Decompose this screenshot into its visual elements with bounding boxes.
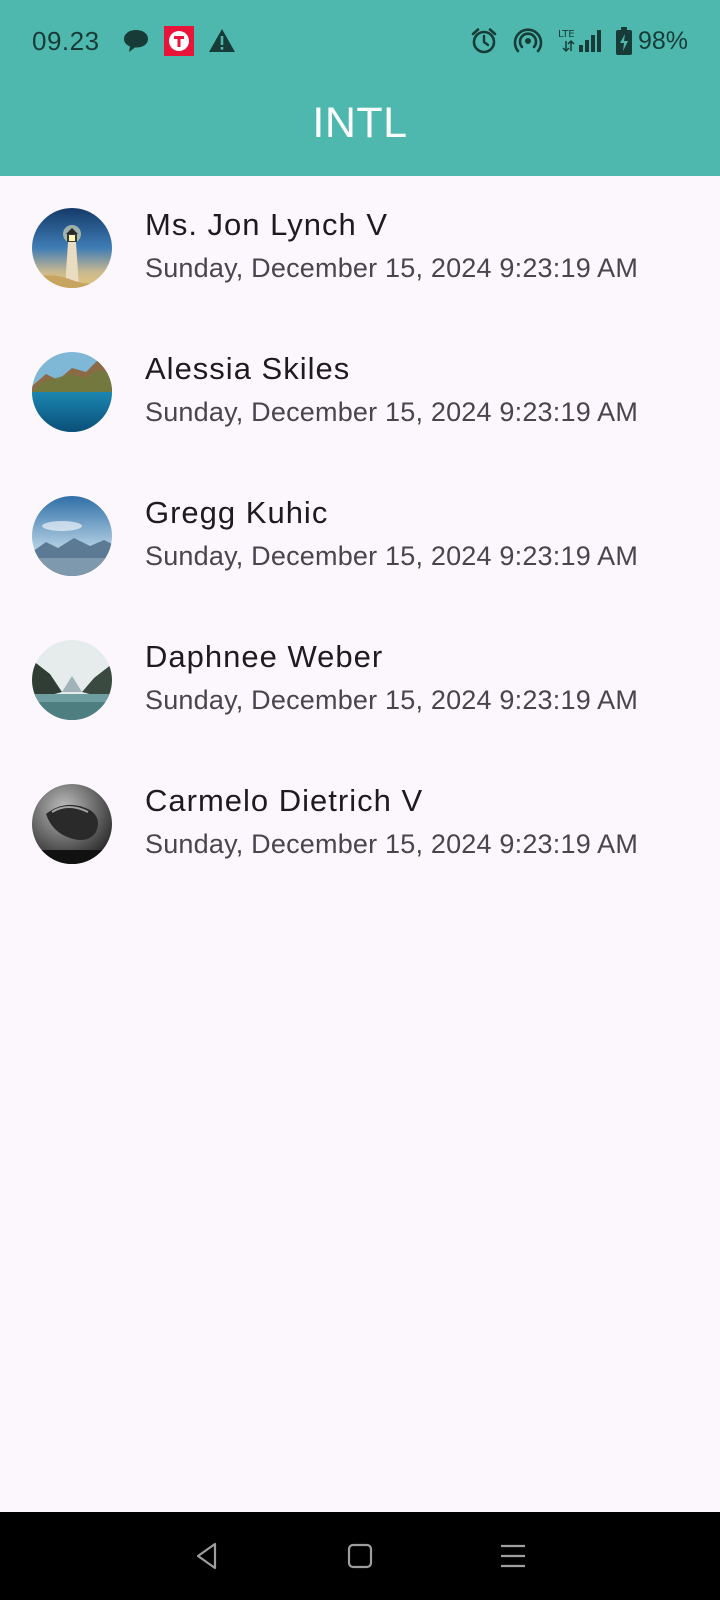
contact-name: Alessia Skiles (145, 351, 351, 386)
list-item[interactable]: Daphnee Weber Sunday, December 15, 2024 … (0, 608, 720, 752)
warning-icon (208, 28, 236, 54)
avatar (32, 352, 112, 432)
contact-name: Ms. Jon Lynch V (145, 207, 389, 242)
status-bar: 09.23 LTE 98% (0, 0, 720, 82)
list-item[interactable]: Ms. Jon Lynch V Sunday, December 15, 202… (0, 176, 720, 320)
contact-name: Gregg Kuhic (145, 495, 329, 530)
mountain-lake-photo (32, 640, 112, 720)
contact-date: Sunday, December 15, 2024 9:23:19 AM (145, 829, 639, 859)
list-item[interactable]: Alessia Skiles Sunday, December 15, 2024… (0, 320, 720, 464)
status-time: 09.23 (32, 25, 100, 56)
lte-label: LTE (558, 29, 575, 40)
contact-list: Ms. Jon Lynch V Sunday, December 15, 202… (0, 176, 720, 896)
avatar (32, 784, 112, 864)
contact-name: Daphnee Weber (145, 639, 384, 674)
status-bar-left: 09.23 (32, 26, 250, 57)
list-item-text: Gregg Kuhic Sunday, December 15, 2024 9:… (145, 494, 638, 572)
chat-bubble-icon (122, 28, 150, 54)
list-item-text: Daphnee Weber Sunday, December 15, 2024 … (145, 638, 638, 716)
battery-charging-icon (615, 27, 632, 55)
recents-icon[interactable] (483, 1526, 543, 1586)
list-item-text: Carmelo Dietrich V Sunday, December 15, … (145, 782, 638, 860)
sky-mountains-photo (32, 496, 112, 576)
underwater-manatee-photo (32, 784, 112, 864)
contact-date: Sunday, December 15, 2024 9:23:19 AM (145, 397, 639, 427)
contact-name: Carmelo Dietrich V (145, 783, 424, 818)
contact-date: Sunday, December 15, 2024 9:23:19 AM (145, 253, 639, 283)
hotspot-icon (512, 26, 544, 56)
app-bar: INTL (0, 82, 720, 176)
alarm-icon (470, 27, 498, 55)
list-item-text: Ms. Jon Lynch V Sunday, December 15, 202… (145, 206, 638, 284)
system-nav-bar (0, 1512, 720, 1600)
cliff-sea-photo (32, 352, 112, 432)
list-item-text: Alessia Skiles Sunday, December 15, 2024… (145, 350, 638, 428)
avatar (32, 496, 112, 576)
lighthouse-photo (32, 208, 112, 288)
contact-date: Sunday, December 15, 2024 9:23:19 AM (145, 541, 639, 571)
back-icon[interactable] (177, 1526, 237, 1586)
avatar (32, 208, 112, 288)
contact-date: Sunday, December 15, 2024 9:23:19 AM (145, 685, 639, 715)
list-item[interactable]: Carmelo Dietrich V Sunday, December 15, … (0, 752, 720, 896)
app-title: INTL (312, 98, 408, 147)
status-bar-right: LTE 98% (456, 26, 688, 56)
list-item[interactable]: Gregg Kuhic Sunday, December 15, 2024 9:… (0, 464, 720, 608)
battery-percentage: 98% (637, 26, 688, 55)
lte-signal-icon: LTE (558, 27, 602, 55)
home-icon[interactable] (330, 1526, 390, 1586)
avatar (32, 640, 112, 720)
t-app-icon (163, 26, 194, 56)
